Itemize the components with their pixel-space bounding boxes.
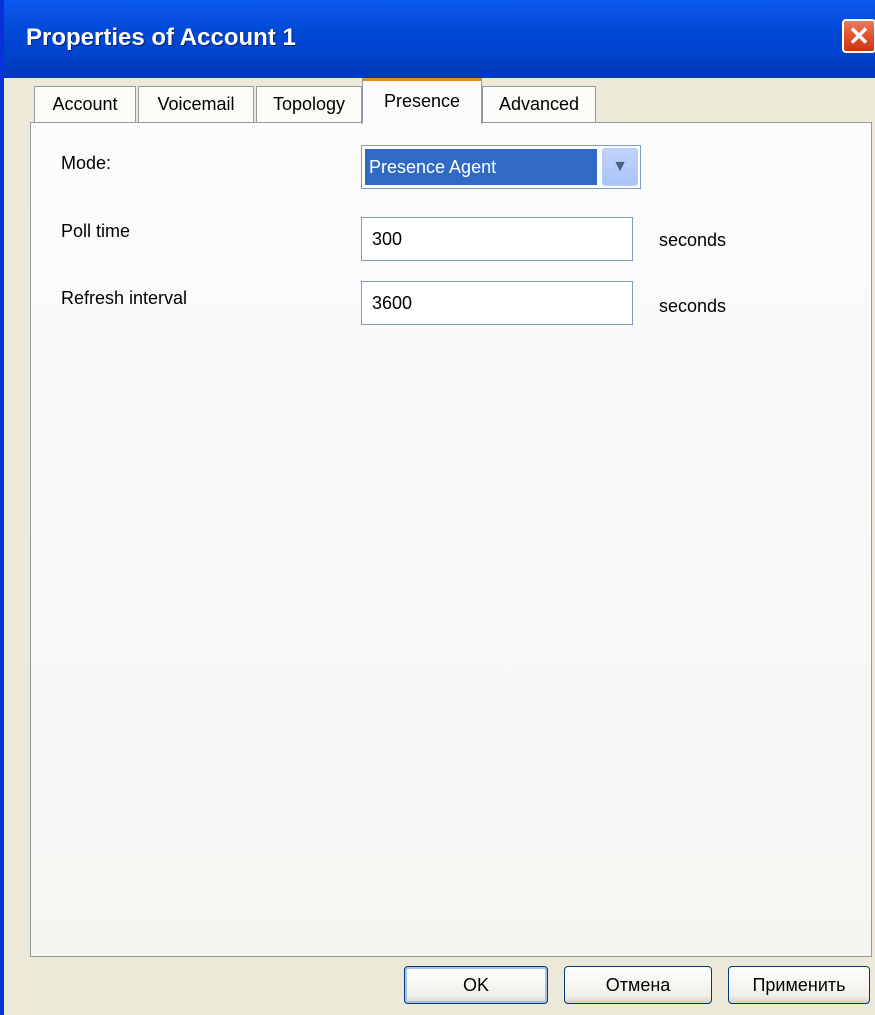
tab-topology[interactable]: Topology — [256, 86, 362, 122]
refresh-interval-input[interactable] — [361, 281, 633, 325]
tab-advanced[interactable]: Advanced — [482, 86, 596, 122]
close-icon: ✕ — [848, 21, 870, 51]
mode-selected-value: Presence Agent — [364, 148, 598, 186]
chevron-down-icon: ▼ — [612, 158, 628, 175]
refresh-interval-label: Refresh interval — [61, 288, 188, 308]
tab-presence[interactable]: Presence — [362, 78, 482, 124]
title-bar[interactable]: Properties of Account 1 ✕ — [4, 0, 875, 78]
tab-voicemail[interactable]: Voicemail — [138, 86, 254, 122]
window-title: Properties of Account 1 — [26, 24, 296, 51]
poll-time-input[interactable] — [361, 217, 633, 261]
ok-button[interactable]: OK — [404, 966, 548, 1004]
refresh-interval-unit: seconds — [659, 296, 727, 316]
poll-time-unit: seconds — [659, 230, 727, 250]
poll-time-label: Poll time — [61, 221, 131, 241]
dropdown-button[interactable]: ▼ — [602, 148, 638, 186]
mode-select[interactable]: Presence Agent ▼ — [361, 145, 641, 189]
properties-dialog: Properties of Account 1 ✕ Account Voicem… — [0, 0, 875, 1015]
mode-label: Mode: — [61, 153, 112, 173]
close-button[interactable]: ✕ — [842, 19, 875, 53]
tab-account[interactable]: Account — [34, 86, 136, 122]
apply-button[interactable]: Применить — [728, 966, 870, 1004]
presence-panel: Mode: Presence Agent ▼ Poll time seconds… — [30, 122, 872, 957]
cancel-button[interactable]: Отмена — [564, 966, 712, 1004]
